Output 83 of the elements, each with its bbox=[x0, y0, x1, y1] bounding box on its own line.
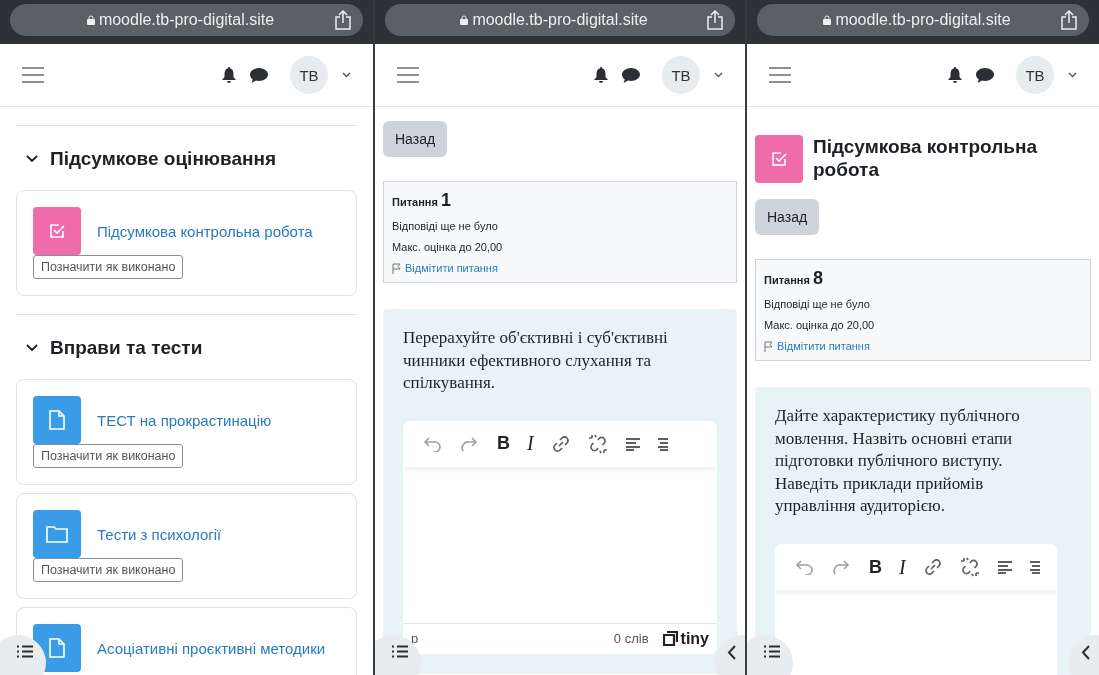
text-editor[interactable]: B I bbox=[775, 544, 1057, 675]
chevron-down-icon[interactable] bbox=[1068, 72, 1077, 78]
link-icon[interactable] bbox=[922, 557, 943, 578]
question-text: Перерахуйте об'єктивні і суб'єктивні чинники ефективного слухання та спілкування. bbox=[403, 327, 669, 395]
back-button[interactable]: Назад bbox=[383, 121, 448, 157]
share-icon[interactable] bbox=[707, 10, 723, 30]
max-mark: Макс. оцінка до 20,00 bbox=[392, 241, 504, 253]
link-icon[interactable] bbox=[550, 433, 571, 454]
address-bar[interactable]: moodle.tb-pro-digital.site bbox=[385, 4, 735, 36]
menu-icon[interactable] bbox=[769, 67, 791, 83]
align-left-icon[interactable] bbox=[624, 436, 641, 451]
list-icon bbox=[392, 645, 408, 658]
menu-icon[interactable] bbox=[397, 67, 419, 83]
user-avatar[interactable]: TB bbox=[662, 56, 700, 94]
italic-button[interactable]: I bbox=[899, 555, 906, 579]
document-icon bbox=[49, 410, 65, 430]
share-icon[interactable] bbox=[1061, 10, 1077, 30]
url-text: moodle.tb-pro-digital.site bbox=[26, 11, 335, 29]
chevron-left-icon bbox=[1080, 645, 1090, 660]
lock-icon bbox=[86, 15, 95, 25]
back-button[interactable]: Назад bbox=[755, 199, 820, 235]
user-avatar[interactable]: TB bbox=[1016, 56, 1054, 94]
italic-button[interactable]: I bbox=[527, 432, 534, 456]
flag-question-link[interactable]: Відмітити питання bbox=[392, 262, 728, 274]
share-icon[interactable] bbox=[335, 10, 351, 30]
word-count: 0 слів bbox=[613, 631, 649, 647]
bell-icon[interactable] bbox=[222, 67, 236, 83]
undo-icon[interactable] bbox=[795, 559, 815, 576]
align-center-icon[interactable] bbox=[1029, 560, 1040, 575]
document-icon bbox=[49, 638, 65, 658]
chevron-down-icon[interactable] bbox=[714, 72, 723, 78]
address-bar[interactable]: moodle.tb-pro-digital.site bbox=[10, 4, 363, 36]
answer-status: Відповіді ще не було bbox=[392, 220, 499, 232]
menu-icon[interactable] bbox=[22, 67, 44, 83]
question-number: Питання 1 bbox=[392, 190, 452, 211]
bold-button[interactable]: B bbox=[869, 556, 882, 578]
url-text: moodle.tb-pro-digital.site bbox=[773, 11, 1061, 29]
bell-icon[interactable] bbox=[948, 67, 962, 83]
logo-icon bbox=[662, 631, 678, 647]
mark-done-button[interactable]: Позначити як виконано bbox=[33, 558, 184, 582]
editor-logo: tiny bbox=[662, 629, 709, 648]
activity-link[interactable]: ТЕСТ на прокрастинацію bbox=[97, 411, 272, 429]
chat-icon[interactable] bbox=[250, 67, 268, 83]
section-title: Вправи та тести bbox=[50, 337, 203, 359]
checkbox-icon bbox=[770, 150, 788, 168]
chat-icon[interactable] bbox=[976, 67, 994, 83]
question-text: Дайте характеристику публічного мовлення. Назвіть основні етапи підготовки публічного виступу. Наведіть приклади прийомів управління аудиторією. bbox=[775, 405, 1021, 518]
list-icon bbox=[17, 645, 33, 658]
lock-icon bbox=[823, 15, 832, 25]
flag-icon bbox=[764, 340, 773, 352]
mark-done-button[interactable]: Позначити як виконано bbox=[33, 255, 184, 279]
unlink-icon[interactable] bbox=[587, 433, 608, 454]
folder-icon bbox=[46, 525, 68, 543]
align-center-icon[interactable] bbox=[657, 436, 668, 451]
max-mark: Макс. оцінка до 20,00 bbox=[764, 319, 876, 331]
lock-icon bbox=[460, 15, 469, 25]
chevron-left-icon bbox=[726, 645, 736, 660]
chevron-down-icon[interactable] bbox=[342, 72, 351, 78]
list-icon bbox=[764, 645, 780, 658]
chevron-icon[interactable] bbox=[26, 155, 38, 163]
question-number: Питання 8 bbox=[764, 268, 824, 289]
undo-icon[interactable] bbox=[423, 435, 443, 452]
page-title: Підсумкова контрольна робота bbox=[813, 136, 1038, 182]
answer-status: Відповіді ще не було bbox=[764, 298, 871, 310]
url-text: moodle.tb-pro-digital.site bbox=[401, 11, 707, 29]
checkbox-icon bbox=[48, 222, 66, 240]
align-left-icon[interactable] bbox=[996, 560, 1013, 575]
chat-icon[interactable] bbox=[622, 67, 640, 83]
user-avatar[interactable]: TB bbox=[290, 56, 328, 94]
address-bar[interactable]: moodle.tb-pro-digital.site bbox=[757, 4, 1089, 36]
flag-question-link[interactable]: Відмітити питання bbox=[764, 340, 1082, 352]
chevron-icon[interactable] bbox=[26, 344, 38, 352]
unlink-icon[interactable] bbox=[959, 557, 980, 578]
bold-button[interactable]: B bbox=[497, 433, 510, 455]
activity-link[interactable]: Тести з психології bbox=[97, 525, 222, 543]
flag-icon bbox=[392, 262, 401, 274]
activity-link[interactable]: Підсумкова контрольна робота bbox=[97, 222, 313, 240]
redo-icon[interactable] bbox=[460, 435, 480, 452]
activity-link[interactable]: Асоціативні проєктивні методики bbox=[97, 639, 326, 657]
section-title: Підсумкове оцінювання bbox=[50, 148, 277, 170]
redo-icon[interactable] bbox=[832, 559, 852, 576]
mark-done-button[interactable]: Позначити як виконано bbox=[33, 444, 184, 468]
bell-icon[interactable] bbox=[594, 67, 608, 83]
